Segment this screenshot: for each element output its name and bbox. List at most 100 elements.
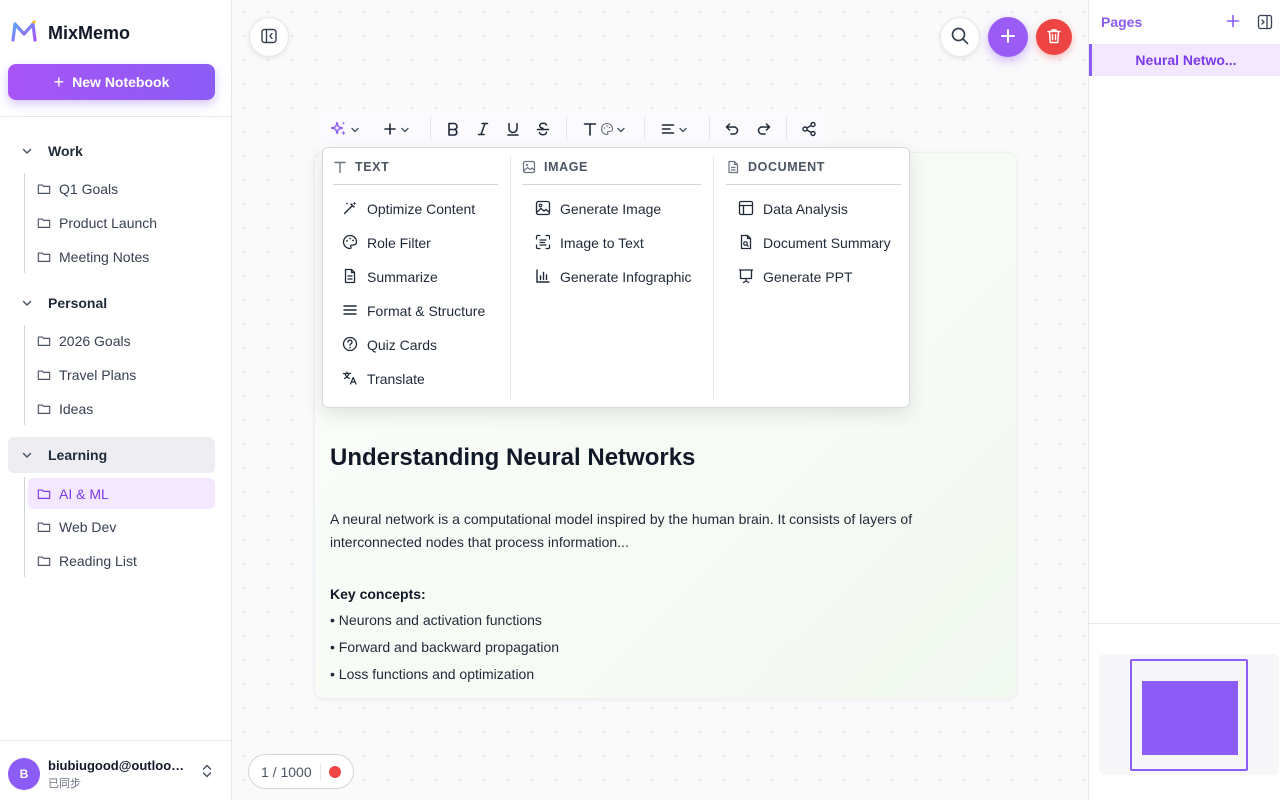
menu-header-image: IMAGE xyxy=(522,160,701,185)
note-bullet[interactable]: • Loss functions and optimization xyxy=(330,666,534,682)
zoom-counter[interactable]: 1 / 1000 xyxy=(248,754,354,789)
menu-item-label: Format & Structure xyxy=(367,303,486,319)
note-bullet[interactable]: • Neurons and activation functions xyxy=(330,612,542,628)
image-icon xyxy=(535,200,551,219)
menu-item-summarize[interactable]: Summarize xyxy=(342,266,438,288)
group-label: Work xyxy=(48,143,83,159)
redo-button[interactable] xyxy=(756,120,772,140)
notebook-group-work[interactable]: Work xyxy=(8,133,215,169)
notebook-label: Product Launch xyxy=(59,215,158,231)
image-icon xyxy=(522,160,536,177)
notebook-item[interactable]: Reading List xyxy=(28,546,215,576)
notebook-group-learning[interactable]: Learning xyxy=(8,437,215,473)
user-account[interactable]: B biubiugood@outlook.com 已同步 xyxy=(0,740,231,800)
italic-button[interactable] xyxy=(475,120,491,140)
notebook-label: Ideas xyxy=(59,401,94,417)
align-button[interactable] xyxy=(660,120,688,140)
notebook-item[interactable]: Meeting Notes xyxy=(28,242,215,272)
delete-button[interactable] xyxy=(1036,19,1072,55)
toolbar-divider xyxy=(566,116,567,140)
palette-icon xyxy=(342,234,358,253)
chevron-down-icon xyxy=(12,145,42,157)
note-key-heading[interactable]: Key concepts: xyxy=(330,586,426,602)
notebook-item[interactable]: Product Launch xyxy=(28,208,215,238)
chevron-down-icon xyxy=(678,122,688,138)
underline-button[interactable] xyxy=(505,120,521,140)
search-button[interactable] xyxy=(940,17,980,57)
menu-item-data-analysis[interactable]: Data Analysis xyxy=(738,198,848,220)
record-indicator[interactable] xyxy=(328,765,341,778)
notebook-item[interactable]: Ideas xyxy=(28,394,215,424)
notebook-item[interactable]: 2026 Goals xyxy=(28,326,215,356)
menu-item-generate-ppt[interactable]: Generate PPT xyxy=(738,266,853,288)
menu-column-divider xyxy=(510,156,511,399)
list-icon xyxy=(342,302,358,321)
menu-item-role-filter[interactable]: Role Filter xyxy=(342,232,431,254)
plus-icon xyxy=(999,27,1017,48)
text-style-button[interactable] xyxy=(582,120,626,140)
share-button[interactable] xyxy=(801,120,817,140)
menu-item-translate[interactable]: Translate xyxy=(342,368,425,390)
collapse-sidebar-button[interactable] xyxy=(249,17,289,57)
notebook-item-active[interactable]: AI & ML xyxy=(28,478,215,509)
menu-item-document-summary[interactable]: Document Summary xyxy=(738,232,891,254)
menu-item-label: Quiz Cards xyxy=(367,337,438,353)
collapse-panel-button[interactable] xyxy=(1257,14,1273,33)
menu-item-label: Generate Infographic xyxy=(560,269,692,285)
strikethrough-button[interactable] xyxy=(535,120,551,140)
folder-icon xyxy=(37,402,51,416)
menu-item-format-structure[interactable]: Format & Structure xyxy=(342,300,485,322)
bold-button[interactable] xyxy=(445,120,461,140)
notebook-label: Q1 Goals xyxy=(59,181,119,197)
magic-wand-icon xyxy=(342,200,358,219)
chevron-down-icon xyxy=(12,449,42,461)
sidebar-divider xyxy=(0,116,231,117)
page-item-label: Neural Netwo... xyxy=(1135,52,1237,68)
avatar: B xyxy=(8,758,40,790)
tree-line xyxy=(24,325,25,425)
notebook-item[interactable]: Q1 Goals xyxy=(28,174,215,204)
menu-item-optimize-content[interactable]: Optimize Content xyxy=(342,198,475,220)
folder-icon xyxy=(37,520,51,534)
undo-button[interactable] xyxy=(724,120,740,140)
group-label: Learning xyxy=(48,447,108,463)
text-type-icon xyxy=(582,121,598,140)
chevron-up-down-icon xyxy=(200,763,214,782)
add-page-button[interactable] xyxy=(1224,12,1242,33)
menu-item-generate-infographic[interactable]: Generate Infographic xyxy=(535,266,692,288)
notebook-item[interactable]: Travel Plans xyxy=(28,360,215,390)
redo-icon xyxy=(756,121,772,140)
note-paragraph[interactable]: A neural network is a computational mode… xyxy=(330,508,970,554)
folder-icon xyxy=(37,250,51,264)
file-search-icon xyxy=(738,234,754,253)
menu-item-label: Summarize xyxy=(367,269,438,285)
bold-icon xyxy=(445,121,461,140)
note-title[interactable]: Understanding Neural Networks xyxy=(330,444,695,472)
insert-button[interactable] xyxy=(382,120,410,140)
notebook-group-personal[interactable]: Personal xyxy=(8,285,215,321)
page-item-active[interactable]: Neural Netwo... xyxy=(1089,44,1280,76)
menu-item-quiz-cards[interactable]: Quiz Cards xyxy=(342,334,437,356)
new-notebook-button[interactable]: + New Notebook xyxy=(8,64,215,100)
notebook-item[interactable]: Web Dev xyxy=(28,512,215,542)
share-icon xyxy=(801,121,817,140)
palette-icon xyxy=(600,122,614,139)
ai-tools-button[interactable] xyxy=(330,120,360,140)
menu-item-generate-image[interactable]: Generate Image xyxy=(535,198,661,220)
add-note-button[interactable] xyxy=(988,17,1028,57)
search-icon xyxy=(950,26,970,49)
counter-divider xyxy=(319,762,321,781)
page-counter: 1 / 1000 xyxy=(261,763,312,780)
chevron-down-icon xyxy=(12,297,42,309)
toolbar-divider xyxy=(786,116,787,140)
notebook-label: Web Dev xyxy=(59,519,117,535)
menu-item-image-to-text[interactable]: Image to Text xyxy=(535,232,644,254)
folder-icon xyxy=(37,487,51,501)
align-left-icon xyxy=(660,121,676,140)
group-label: Personal xyxy=(48,295,108,311)
notebook-label: AI & ML xyxy=(59,485,109,502)
new-notebook-label: New Notebook xyxy=(72,74,170,90)
sidebar-collapse-icon xyxy=(260,27,278,48)
file-text-icon xyxy=(342,268,358,287)
note-bullet[interactable]: • Forward and backward propagation xyxy=(330,639,559,655)
